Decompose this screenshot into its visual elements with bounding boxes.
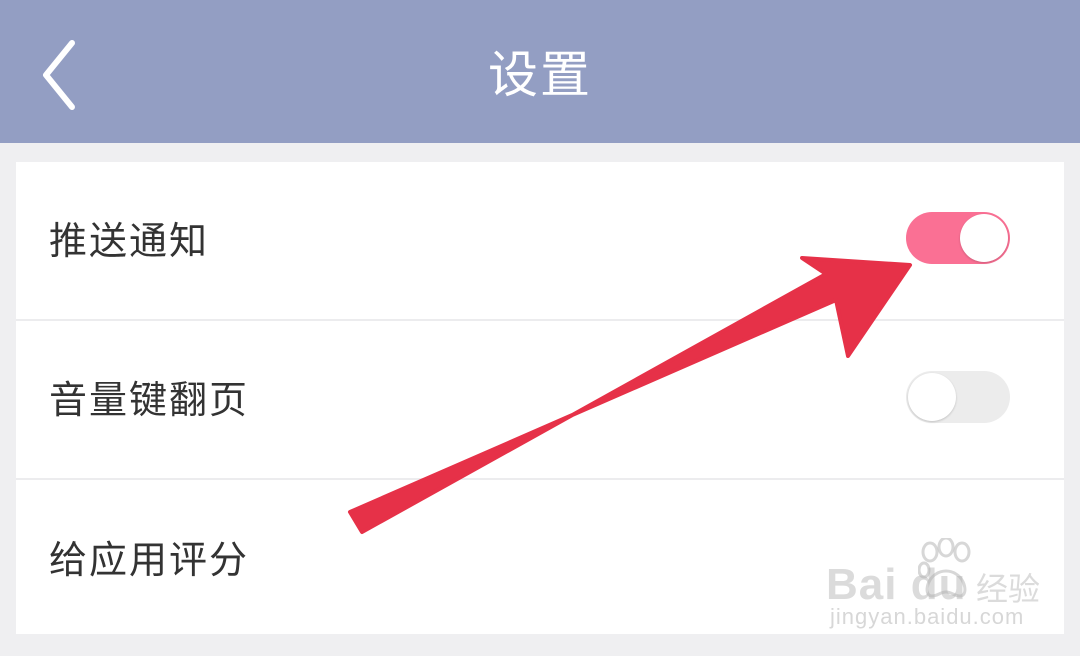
header-bar: 设置 [0,0,1080,143]
toggle-knob [960,214,1008,262]
settings-row-label: 音量键翻页 [49,378,250,422]
toggle-knob [908,373,956,421]
page-title: 设置 [488,46,592,104]
settings-row-volume-key-page-turn[interactable]: 音量键翻页 [16,321,1064,479]
baidu-jingyan-watermark: Bai du 经验 jingyan.baidu.com [826,538,1040,634]
volume-key-page-turn-toggle[interactable] [906,371,1010,423]
paw-logo-icon [918,538,971,598]
watermark-url: jingyan.baidu.com [830,604,1025,629]
push-notifications-toggle[interactable] [906,212,1010,264]
settings-row-push-notifications[interactable]: 推送通知 [16,162,1064,320]
settings-row-label: 推送通知 [49,219,210,263]
settings-row-label: 给应用评分 [49,538,250,582]
